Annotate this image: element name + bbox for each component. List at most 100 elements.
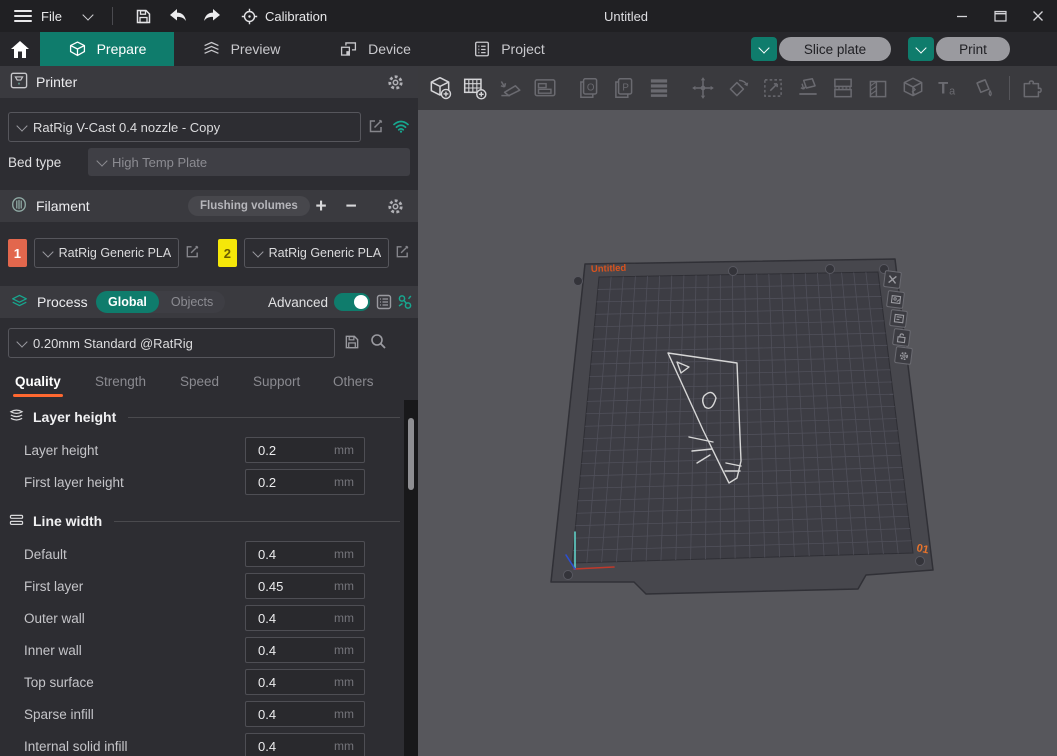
advanced-toggle[interactable]	[334, 293, 370, 311]
sidebar: Printer RatRig V-Cast 0.4 nozzle - Copy	[0, 66, 418, 756]
home-button[interactable]	[0, 32, 40, 66]
layer-height-input[interactable]: 0.2 mm	[245, 437, 365, 463]
settings-scrollbar-track[interactable]	[404, 400, 418, 756]
cut-icon[interactable]	[830, 75, 856, 101]
printer-connection-wifi-icon[interactable]	[392, 119, 410, 136]
tab-support[interactable]: Support	[253, 374, 300, 389]
mesh-boolean-icon[interactable]	[900, 75, 926, 101]
filament-2-preset-select[interactable]: RatRig Generic PLA	[244, 238, 389, 268]
filament-1-preset-value: RatRig Generic PLA	[59, 246, 172, 260]
process-preset-select[interactable]: 0.20mm Standard @RatRig	[8, 328, 335, 358]
titlebar: File Calibration Untitled	[0, 0, 1057, 32]
line-width-icon	[8, 513, 25, 530]
line-width-first-layer-input[interactable]: 0.45 mm	[245, 573, 365, 599]
arrange-plate-icon[interactable]	[889, 309, 908, 328]
filament-1-color-badge[interactable]: 1	[8, 239, 27, 267]
filament-icon	[10, 196, 28, 216]
process-section-header: Process Global Objects Advanced	[0, 286, 418, 318]
filament-1-preset-select[interactable]: RatRig Generic PLA	[34, 238, 179, 268]
undo-button[interactable]	[161, 2, 195, 30]
printer-preset-select[interactable]: RatRig V-Cast 0.4 nozzle - Copy	[8, 112, 361, 142]
tab-device[interactable]: Device	[308, 32, 442, 66]
tab-preview-label: Preview	[231, 41, 281, 57]
add-object-icon[interactable]	[427, 75, 453, 101]
slice-plate-button[interactable]: Slice plate	[779, 37, 891, 61]
calibration-button[interactable]: Calibration	[241, 8, 327, 25]
settings-scrollbar-thumb[interactable]	[408, 418, 414, 490]
setting-row: Default 0.4 mm	[0, 538, 418, 570]
file-menu[interactable]: File	[41, 9, 62, 24]
minimize-button[interactable]	[943, 0, 981, 32]
redo-button[interactable]	[195, 2, 229, 30]
scope-objects-button[interactable]: Objects	[159, 291, 225, 313]
print-split-button: Print	[908, 37, 1010, 61]
flushing-volumes-button[interactable]: Flushing volumes	[188, 196, 310, 216]
scope-global-button[interactable]: Global	[96, 291, 159, 313]
line-width-top-surface-input[interactable]: 0.4 mm	[245, 669, 365, 695]
auto-orient-icon[interactable]	[497, 75, 523, 101]
color-painting-icon[interactable]	[970, 75, 996, 101]
arrange-icon[interactable]	[532, 75, 558, 101]
line-width-sparse-infill-input[interactable]: 0.4 mm	[245, 701, 365, 727]
plate-settings-icon[interactable]	[894, 346, 913, 365]
filament-section-header: Filament Flushing volumes + −	[0, 190, 418, 222]
tab-preview[interactable]: Preview	[174, 32, 308, 66]
support-painting-icon[interactable]	[865, 75, 891, 101]
move-icon[interactable]	[690, 75, 716, 101]
filament-2-color-badge[interactable]: 2	[218, 239, 237, 267]
print-button[interactable]: Print	[936, 37, 1010, 61]
filament-settings-gear-icon[interactable]	[387, 198, 404, 218]
close-button[interactable]	[1019, 0, 1057, 32]
save-preset-icon[interactable]	[344, 334, 360, 353]
compare-presets-icon[interactable]	[397, 294, 413, 313]
edit-printer-preset-icon[interactable]	[368, 118, 384, 137]
split-to-objects-icon[interactable]: O	[576, 75, 602, 101]
save-button[interactable]	[127, 2, 161, 30]
add-text-icon[interactable]: Ta	[935, 75, 961, 101]
menu-icon[interactable]	[14, 10, 32, 22]
lay-on-face-icon[interactable]	[795, 75, 821, 101]
plate-name-label[interactable]: Untitled	[591, 263, 627, 275]
tab-quality[interactable]: Quality	[15, 374, 61, 389]
chevron-down-icon	[16, 336, 27, 347]
line-width-outer-wall-input[interactable]: 0.4 mm	[245, 605, 365, 631]
scale-icon[interactable]	[760, 75, 786, 101]
edit-filament-1-icon[interactable]	[185, 244, 200, 262]
rotate-icon[interactable]	[725, 75, 751, 101]
line-width-inner-wall-input[interactable]: 0.4 mm	[245, 637, 365, 663]
slice-options-button[interactable]	[751, 37, 777, 61]
bed-type-value: High Temp Plate	[112, 155, 207, 170]
viewport-canvas[interactable]: Untitled 01	[418, 110, 1057, 756]
assembly-view-icon[interactable]	[1020, 75, 1046, 101]
add-plate-icon[interactable]	[462, 75, 488, 101]
line-width-internal-solid-infill-input[interactable]: 0.4 mm	[245, 733, 365, 756]
variable-layer-height-icon[interactable]	[646, 75, 672, 101]
tab-others[interactable]: Others	[333, 374, 374, 389]
tab-strength[interactable]: Strength	[95, 374, 146, 389]
search-settings-icon[interactable]	[370, 333, 387, 353]
printer-settings-gear-icon[interactable]	[387, 74, 404, 94]
remove-filament-button[interactable]: −	[340, 197, 362, 216]
divider	[114, 521, 400, 522]
tab-prepare[interactable]: Prepare	[40, 32, 174, 66]
line-width-default-input[interactable]: 0.4 mm	[245, 541, 365, 567]
active-tab-underline	[13, 394, 63, 397]
split-to-parts-icon[interactable]: P	[611, 75, 637, 101]
bed-type-select[interactable]: High Temp Plate	[88, 148, 410, 176]
printer-icon	[10, 72, 28, 92]
tab-speed[interactable]: Speed	[180, 374, 219, 389]
delete-plate-icon[interactable]	[883, 270, 902, 289]
chevron-down-icon[interactable]	[82, 9, 93, 20]
tab-project[interactable]: Project	[442, 32, 576, 66]
auto-orient-plate-icon[interactable]	[886, 290, 905, 309]
add-filament-button[interactable]: +	[310, 197, 332, 216]
print-options-button[interactable]	[908, 37, 934, 61]
lock-plate-icon[interactable]	[892, 328, 911, 347]
edit-filament-2-icon[interactable]	[395, 244, 410, 262]
parameter-list-icon[interactable]	[376, 294, 392, 313]
bed-type-label: Bed type	[8, 155, 61, 170]
maximize-button[interactable]	[981, 0, 1019, 32]
app-window: File Calibration Untitled	[0, 0, 1057, 756]
device-icon	[339, 40, 358, 58]
first-layer-height-input[interactable]: 0.2 mm	[245, 469, 365, 495]
